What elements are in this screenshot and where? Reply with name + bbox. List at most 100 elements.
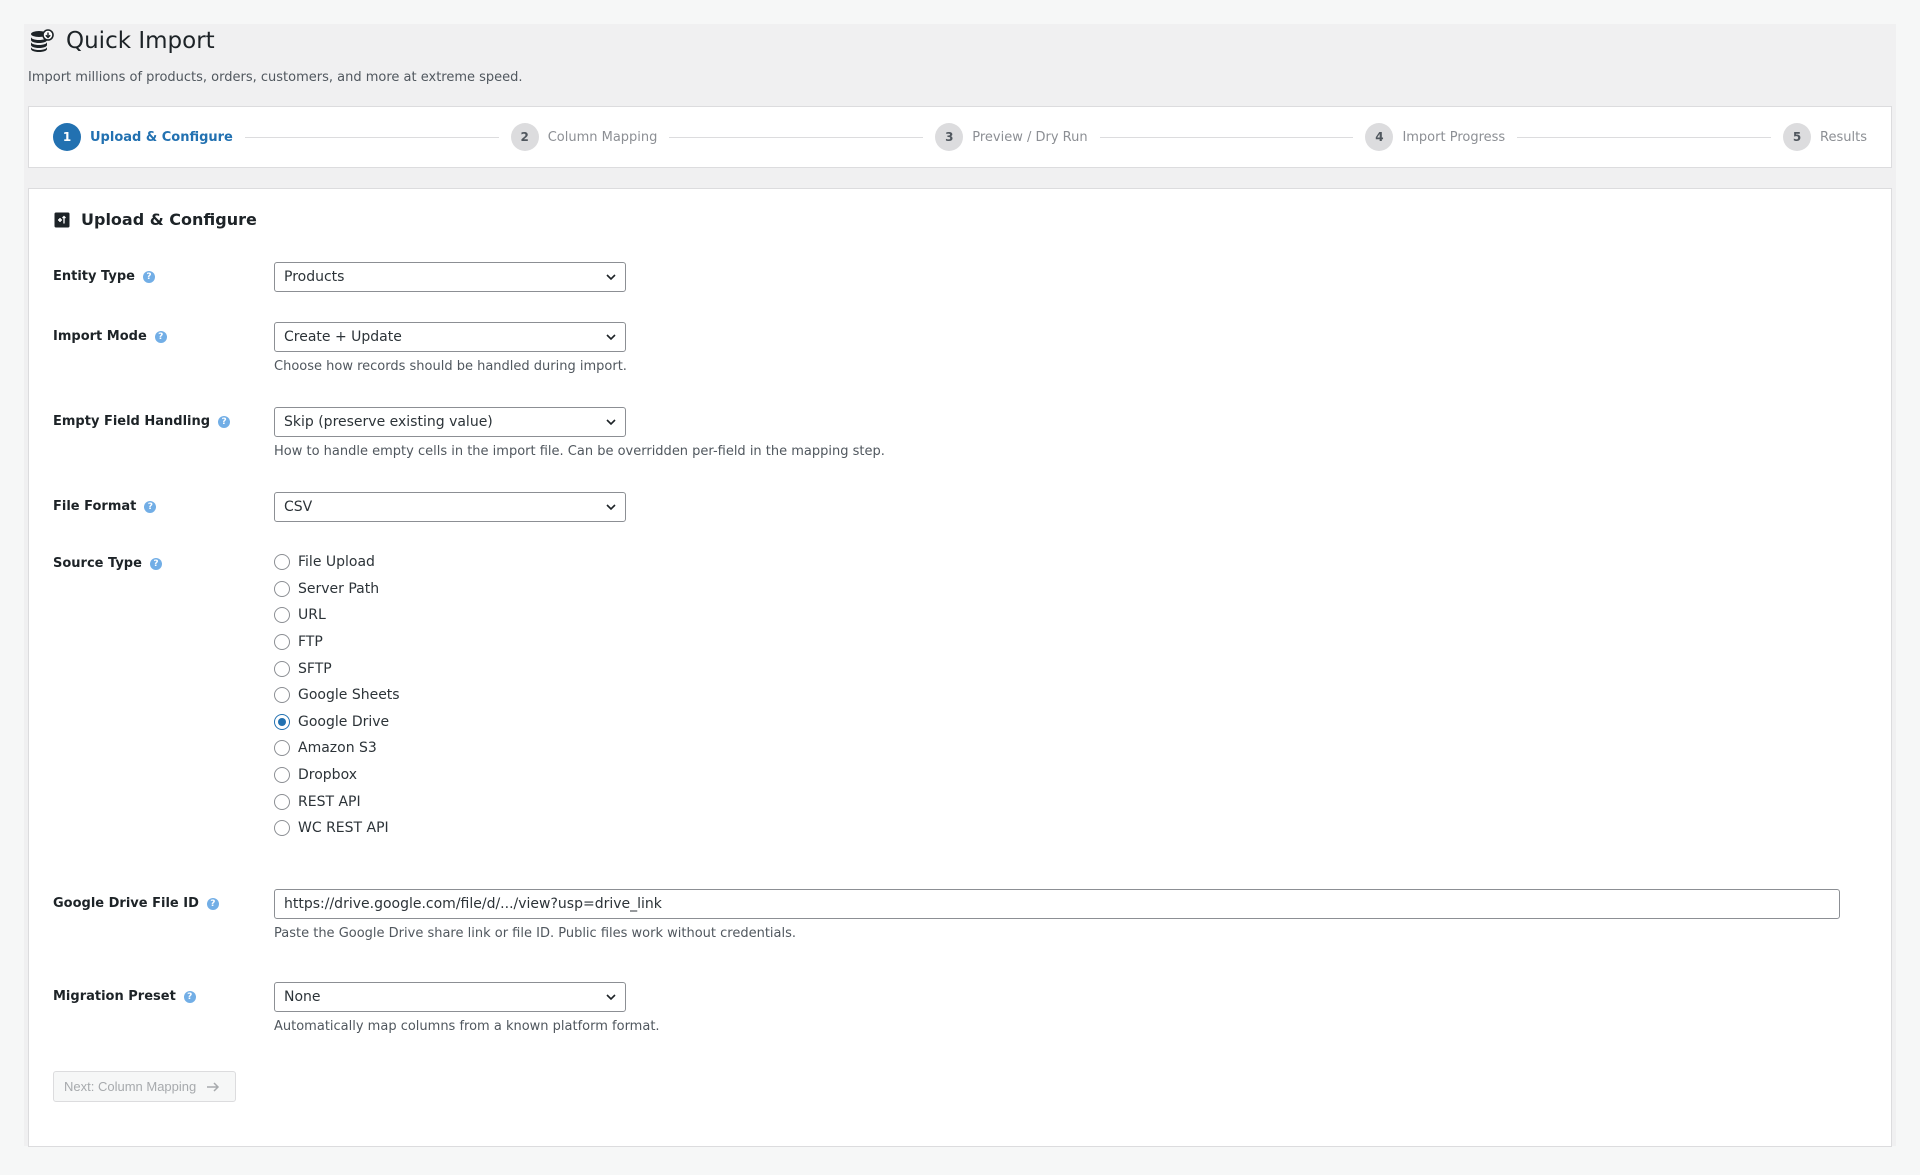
card-header: Upload & Configure bbox=[54, 210, 257, 229]
radio-button[interactable] bbox=[274, 607, 290, 624]
select-value: None bbox=[284, 989, 321, 1005]
source-option-rest-api[interactable]: REST API bbox=[274, 788, 400, 815]
step-label: Import Progress bbox=[1402, 129, 1506, 145]
source-option-wc-rest-api[interactable]: WC REST API bbox=[274, 815, 400, 842]
card-title: Upload & Configure bbox=[81, 210, 257, 229]
radio-button[interactable] bbox=[274, 687, 290, 704]
radio-label: Dropbox bbox=[298, 767, 357, 784]
migration-preset-label: Migration Preset ? bbox=[53, 989, 196, 1004]
source-option-sftp[interactable]: SFTP bbox=[274, 655, 400, 682]
radio-label: FTP bbox=[298, 634, 323, 651]
select-value: Create + Update bbox=[284, 329, 402, 345]
radio-label: SFTP bbox=[298, 660, 332, 677]
drive-file-id-label: Google Drive File ID ? bbox=[53, 896, 219, 911]
source-option-amazon-s3[interactable]: Amazon S3 bbox=[274, 735, 400, 762]
step-results: 5 Results bbox=[1783, 123, 1867, 151]
source-option-url[interactable]: URL bbox=[274, 602, 400, 629]
step-connector bbox=[1517, 136, 1772, 138]
empty-field-label: Empty Field Handling ? bbox=[53, 414, 231, 429]
label-text: Entity Type bbox=[53, 269, 135, 284]
step-column-mapping: 2 Column Mapping bbox=[510, 123, 658, 151]
select-value: Skip (preserve existing value) bbox=[284, 414, 493, 430]
chevron-down-icon bbox=[605, 991, 617, 1003]
radio-button[interactable] bbox=[274, 793, 290, 810]
radio-button[interactable] bbox=[274, 554, 290, 571]
button-label: Next: Column Mapping bbox=[64, 1079, 197, 1094]
radio-button[interactable] bbox=[274, 660, 290, 677]
import-mode-select[interactable]: Create + Update bbox=[274, 322, 626, 352]
import-mode-control: Create + Update Choose how records shoul… bbox=[274, 322, 627, 374]
step-import-progress: 4 Import Progress bbox=[1365, 123, 1505, 151]
step-connector bbox=[669, 136, 924, 138]
page-header: Quick Import Import millions of products… bbox=[28, 28, 523, 85]
radio-button[interactable] bbox=[274, 767, 290, 784]
label-text: Google Drive File ID bbox=[53, 896, 199, 911]
label-text: Migration Preset bbox=[53, 989, 176, 1004]
chevron-down-icon bbox=[605, 501, 617, 513]
help-icon[interactable]: ? bbox=[144, 500, 157, 513]
radio-label: File Upload bbox=[298, 554, 375, 571]
empty-field-select[interactable]: Skip (preserve existing value) bbox=[274, 407, 626, 437]
import-mode-description: Choose how records should be handled dur… bbox=[274, 359, 627, 374]
drive-file-id-control: https://drive.google.com/file/d/.../view… bbox=[274, 889, 1840, 941]
step-connector bbox=[244, 136, 499, 138]
source-option-dropbox[interactable]: Dropbox bbox=[274, 762, 400, 789]
upload-configure-icon bbox=[54, 212, 70, 228]
radio-button[interactable] bbox=[274, 634, 290, 651]
migration-preset-select[interactable]: None bbox=[274, 982, 626, 1012]
step-preview-dry-run: 3 Preview / Dry Run bbox=[935, 123, 1088, 151]
entity-type-label: Entity Type ? bbox=[53, 269, 155, 284]
label-text: Empty Field Handling bbox=[53, 414, 211, 429]
radio-button[interactable] bbox=[274, 740, 290, 757]
help-icon[interactable]: ? bbox=[154, 330, 167, 343]
page-title: Quick Import bbox=[66, 28, 215, 54]
next-column-mapping-button[interactable]: Next: Column Mapping bbox=[53, 1071, 236, 1102]
source-type-radio-group: File Upload Server Path URL FTP SFTP Goo… bbox=[274, 549, 400, 842]
label-text: Source Type bbox=[53, 556, 142, 571]
step-connector bbox=[1099, 136, 1354, 138]
label-text: File Format bbox=[53, 499, 137, 514]
drive-file-id-description: Paste the Google Drive share link or fil… bbox=[274, 926, 797, 941]
empty-field-description: How to handle empty cells in the import … bbox=[274, 444, 885, 459]
radio-button[interactable] bbox=[274, 580, 290, 597]
help-icon[interactable]: ? bbox=[206, 897, 219, 910]
radio-button[interactable] bbox=[274, 820, 290, 837]
step-label: Column Mapping bbox=[547, 129, 658, 145]
help-icon[interactable]: ? bbox=[149, 557, 162, 570]
input-value: https://drive.google.com/file/d/.../view… bbox=[284, 896, 662, 912]
radio-label: REST API bbox=[298, 793, 361, 810]
file-format-control: CSV bbox=[274, 492, 626, 522]
source-option-ftp[interactable]: FTP bbox=[274, 629, 400, 656]
step-number: 2 bbox=[510, 123, 539, 151]
file-format-label: File Format ? bbox=[53, 499, 157, 514]
label-text: Import Mode bbox=[53, 329, 147, 344]
radio-button-checked[interactable] bbox=[274, 713, 290, 730]
upload-configure-card: Upload & Configure Entity Type ? Product… bbox=[28, 188, 1892, 1147]
radio-label: Google Drive bbox=[298, 713, 390, 730]
select-value: Products bbox=[284, 269, 345, 285]
help-icon[interactable]: ? bbox=[218, 415, 231, 428]
step-number: 1 bbox=[53, 123, 81, 151]
source-option-file-upload[interactable]: File Upload bbox=[274, 549, 400, 576]
step-number: 3 bbox=[935, 123, 964, 151]
source-option-google-sheets[interactable]: Google Sheets bbox=[274, 682, 400, 709]
entity-type-select[interactable]: Products bbox=[274, 262, 626, 292]
file-format-select[interactable]: CSV bbox=[274, 492, 626, 522]
step-number: 5 bbox=[1783, 123, 1812, 151]
step-label: Upload & Configure bbox=[90, 129, 233, 145]
drive-file-id-input[interactable]: https://drive.google.com/file/d/.../view… bbox=[274, 889, 1840, 919]
chevron-down-icon bbox=[605, 416, 617, 428]
chevron-down-icon bbox=[605, 331, 617, 343]
migration-preset-description: Automatically map columns from a known p… bbox=[274, 1019, 660, 1034]
database-import-icon bbox=[28, 28, 54, 54]
source-option-server-path[interactable]: Server Path bbox=[274, 576, 400, 603]
radio-label: WC REST API bbox=[298, 820, 389, 837]
help-icon[interactable]: ? bbox=[142, 270, 155, 283]
help-icon[interactable]: ? bbox=[183, 990, 196, 1003]
import-mode-label: Import Mode ? bbox=[53, 329, 167, 344]
source-option-google-drive[interactable]: Google Drive bbox=[274, 709, 400, 736]
radio-label: Google Sheets bbox=[298, 687, 400, 704]
migration-preset-control: None Automatically map columns from a kn… bbox=[274, 982, 660, 1034]
import-stepper: 1 Upload & Configure 2 Column Mapping 3 … bbox=[28, 106, 1892, 168]
select-value: CSV bbox=[284, 499, 313, 515]
